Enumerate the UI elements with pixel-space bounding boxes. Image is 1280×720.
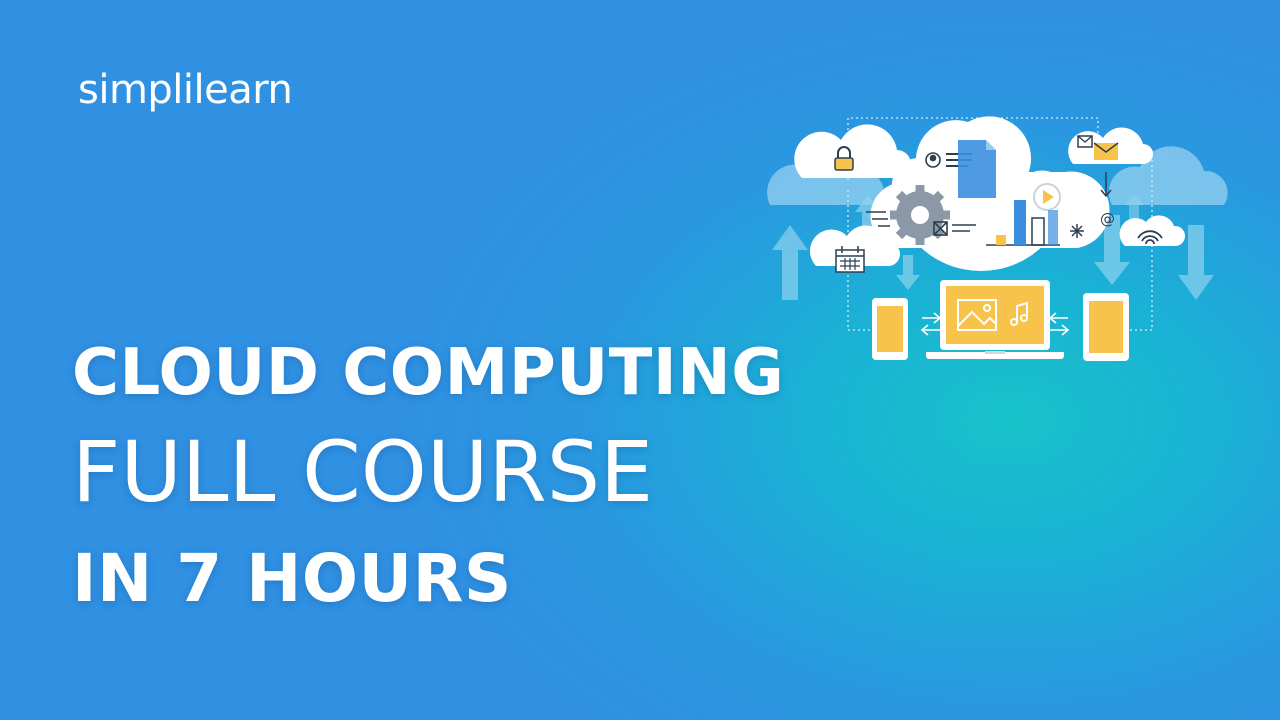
sync-arrows-right: [1048, 312, 1070, 336]
gear-icon: [890, 185, 950, 245]
tablet-icon: [1083, 293, 1129, 361]
brand-logo: simplilearn: [78, 67, 293, 113]
phone-icon: [872, 298, 908, 360]
cloud-computing-illustration: @: [767, 116, 1228, 361]
headline-line-3: IN 7 HOURS: [72, 540, 512, 617]
settings-star-icon: [1070, 224, 1084, 238]
at-icon: @: [1100, 210, 1115, 228]
play-icon: [1033, 183, 1061, 211]
calendar-icon: [835, 246, 865, 273]
headline-line-2: FULL COURSE: [72, 423, 654, 521]
down-arrow-icon: [1100, 172, 1112, 198]
sync-arrows-left: [920, 312, 942, 336]
document-icon: [958, 140, 996, 198]
headline-line-1: CLOUD COMPUTING: [72, 336, 785, 410]
